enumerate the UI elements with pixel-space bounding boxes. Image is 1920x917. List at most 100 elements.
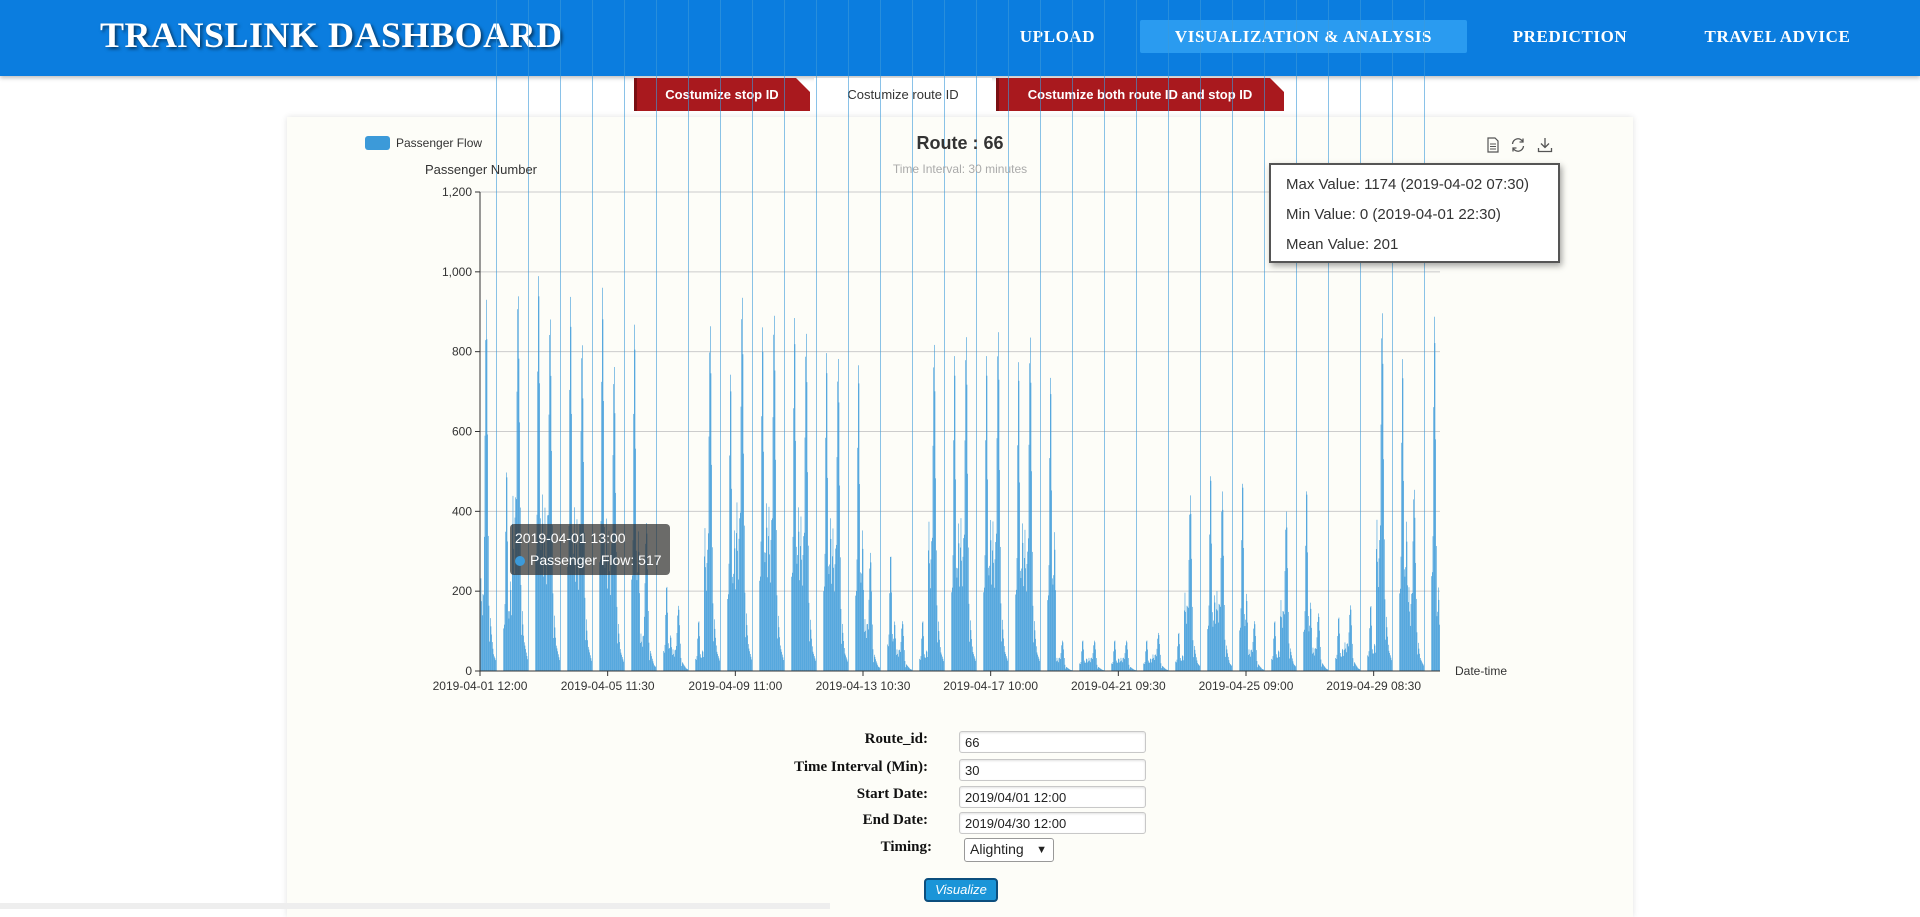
data-bar xyxy=(815,660,816,671)
data-bar xyxy=(706,590,707,671)
data-bar xyxy=(663,651,664,671)
data-bar xyxy=(1120,661,1121,671)
data-bar xyxy=(902,621,903,671)
data-bar xyxy=(522,624,524,671)
data-bar xyxy=(701,657,702,671)
data-bar xyxy=(684,666,686,671)
data-bar xyxy=(986,356,987,671)
data-bar xyxy=(1407,585,1408,671)
data-bar xyxy=(1250,650,1252,671)
data-bar xyxy=(767,577,768,671)
data-bar xyxy=(858,383,860,671)
data-bar xyxy=(552,593,554,671)
data-bar xyxy=(1082,640,1084,671)
data-bar xyxy=(836,544,837,671)
end-date-input[interactable] xyxy=(959,812,1146,834)
data-bar xyxy=(727,599,728,671)
data-bar xyxy=(1148,660,1149,671)
data-bar xyxy=(517,309,518,671)
data-bar xyxy=(1062,640,1063,671)
save-image-icon[interactable] xyxy=(1536,136,1554,154)
data-bar xyxy=(1063,649,1064,671)
data-bar xyxy=(521,634,522,671)
data-bar xyxy=(732,583,734,671)
data-bar xyxy=(1354,663,1356,671)
data-bar xyxy=(1438,599,1440,671)
data-bar xyxy=(1035,638,1036,671)
data-bar xyxy=(1056,661,1057,671)
data-bar xyxy=(640,633,642,671)
data-bar xyxy=(742,297,743,671)
data-bar xyxy=(993,562,994,671)
data-bar xyxy=(872,649,874,671)
data-bar xyxy=(823,591,824,671)
data-bar xyxy=(1339,633,1340,671)
data-bar xyxy=(1353,666,1354,671)
data-bar xyxy=(985,440,986,671)
route-id-input[interactable] xyxy=(959,731,1146,753)
data-bar xyxy=(962,586,963,671)
timing-label: Timing: xyxy=(880,839,932,855)
data-bar xyxy=(943,661,944,671)
data-bar xyxy=(1254,624,1256,671)
data-bar xyxy=(1379,540,1380,671)
circle-marker-icon xyxy=(515,556,525,567)
data-bar xyxy=(1303,631,1304,671)
data-bar xyxy=(1130,666,1131,671)
route-id-label: Route_id: xyxy=(864,731,928,747)
data-bar xyxy=(923,636,924,671)
data-bar xyxy=(712,603,714,671)
data-bar xyxy=(774,370,776,671)
data-bar xyxy=(1410,625,1411,671)
data-bar xyxy=(1163,667,1164,671)
data-bar xyxy=(1098,667,1100,671)
data-bar xyxy=(669,647,670,671)
restore-icon[interactable] xyxy=(1509,136,1527,154)
data-bar xyxy=(750,656,752,671)
data-bar xyxy=(872,624,873,671)
data-bar xyxy=(1146,640,1148,671)
data-bar xyxy=(1199,665,1200,671)
data-bar xyxy=(1287,568,1288,671)
data-bar xyxy=(775,459,776,671)
data-bar xyxy=(505,531,506,671)
data-bar xyxy=(1089,660,1090,671)
data-bar xyxy=(974,656,975,671)
data-bar xyxy=(1186,605,1188,671)
data-bar xyxy=(495,660,496,671)
data-bar xyxy=(1023,586,1024,671)
data-bar xyxy=(875,659,876,671)
data-bar xyxy=(676,646,677,671)
start-date-input[interactable] xyxy=(959,786,1146,808)
legend-passenger-flow[interactable]: Passenger Flow xyxy=(365,135,482,151)
data-bar xyxy=(844,648,845,671)
data-bar xyxy=(1304,611,1306,671)
data-bar xyxy=(1260,667,1262,671)
data-bar xyxy=(860,572,861,671)
data-view-icon[interactable] xyxy=(1484,136,1502,154)
data-bar xyxy=(621,654,622,671)
data-bar xyxy=(772,518,773,671)
data-bar xyxy=(970,630,972,671)
data-bar xyxy=(1240,627,1241,671)
stat-mean: Mean Value: 201 xyxy=(1286,236,1399,253)
data-bar xyxy=(1255,635,1256,671)
data-bar xyxy=(843,641,844,671)
data-bar xyxy=(912,0,913,671)
data-bar xyxy=(581,358,582,671)
data-bar xyxy=(1208,605,1210,671)
data-bar xyxy=(729,455,730,671)
data-bar xyxy=(602,287,603,671)
timing-select[interactable]: Alighting ▼ xyxy=(964,838,1054,862)
data-bar xyxy=(1034,630,1036,671)
visualize-button[interactable]: Visualize xyxy=(924,878,998,902)
data-bar xyxy=(1416,632,1418,671)
data-bar xyxy=(1432,572,1433,671)
data-bar xyxy=(1114,640,1116,671)
data-bar xyxy=(1391,660,1392,671)
data-bar xyxy=(1024,558,1025,671)
data-bar xyxy=(604,567,606,671)
interval-input[interactable] xyxy=(959,759,1146,781)
data-bar xyxy=(760,576,761,671)
data-bar xyxy=(812,646,813,671)
